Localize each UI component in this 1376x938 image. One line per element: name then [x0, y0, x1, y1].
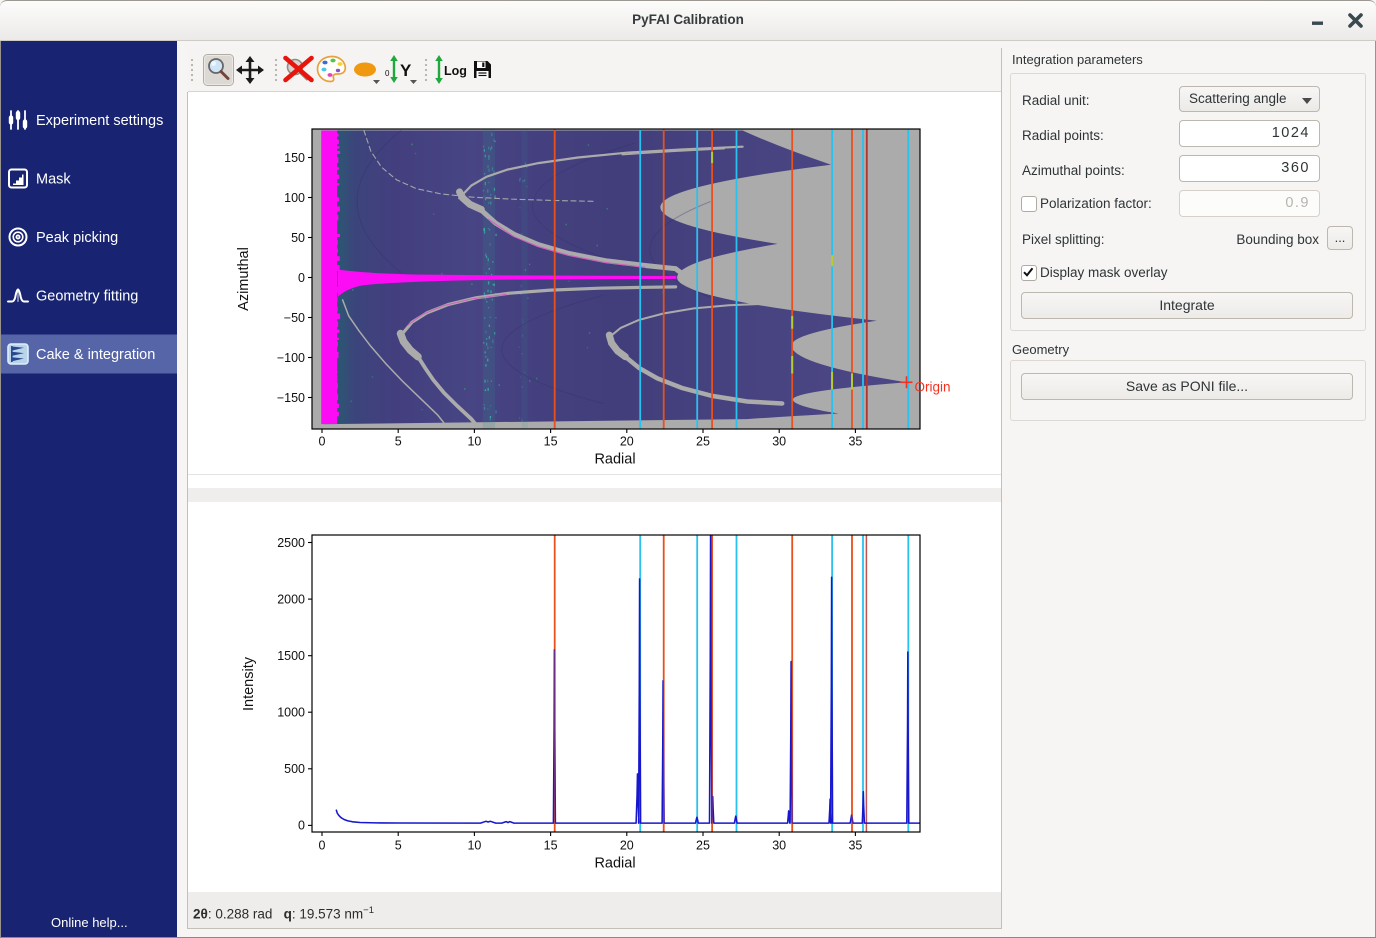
svg-text:Y: Y: [400, 61, 412, 80]
svg-text:Peak picking: Peak picking: [36, 230, 118, 246]
svg-text:Log: Log: [444, 64, 467, 78]
svg-text:Mask: Mask: [36, 172, 71, 188]
svg-text:Cake & integration: Cake & integration: [36, 347, 155, 363]
svg-text:Geometry fitting: Geometry fitting: [36, 289, 138, 305]
svg-text:0: 0: [385, 69, 390, 78]
svg-text:Online help...: Online help...: [51, 915, 128, 930]
svg-text:Experiment settings: Experiment settings: [36, 113, 163, 129]
